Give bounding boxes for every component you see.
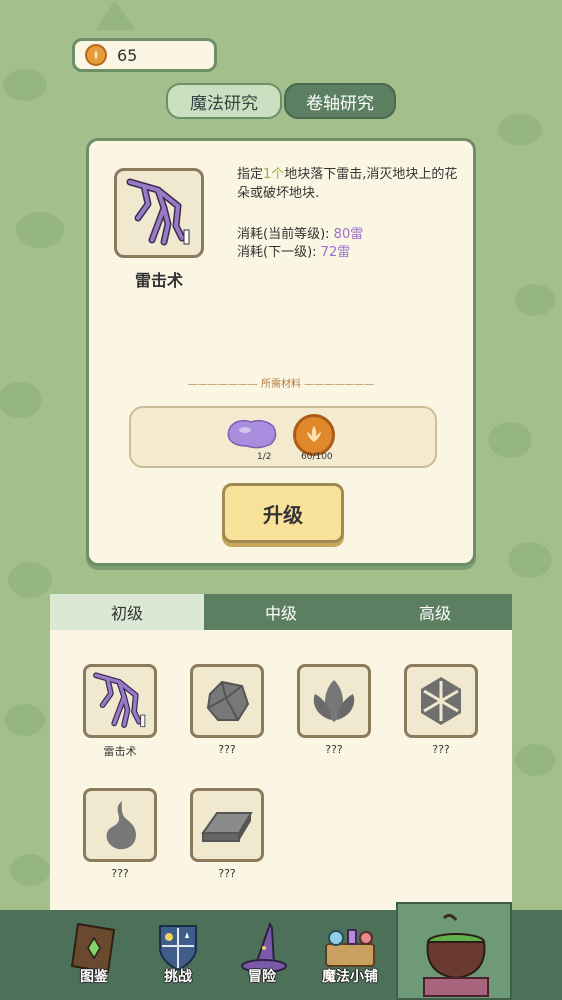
spell-grid: 雷击术 ??? ??? ??? ??? ??? xyxy=(50,630,512,910)
coin-material-icon xyxy=(293,414,335,456)
tab-tier-basic[interactable]: 初级 xyxy=(50,594,204,630)
coin-icon xyxy=(85,44,107,66)
tab-scroll-research[interactable]: 卷轴研究 xyxy=(284,83,396,119)
spell-name: 雷击术 xyxy=(134,271,183,290)
spell-description: 指定1个地块落下雷击,消灭地块上的花朵或破坏地块. xyxy=(237,167,458,201)
rock-icon xyxy=(206,680,250,721)
purple-crystal-icon xyxy=(227,419,277,449)
materials-box: 1/2 60/100 xyxy=(129,406,437,468)
cost-next: 消耗(下一级): 72雷 xyxy=(237,245,351,260)
materials-title: ——————— 所需材料 ——————— xyxy=(187,379,375,390)
spell-slot-lightning[interactable]: 雷击术 xyxy=(83,664,157,759)
material-2-count: 60/100 xyxy=(301,452,333,462)
spell-slot-frame xyxy=(83,664,157,738)
currency-amount: 65 xyxy=(117,45,138,65)
nav-magic-shop[interactable]: 魔法小铺 xyxy=(312,910,388,1000)
nav-label: 图鉴 xyxy=(80,969,108,985)
currency-display: 65 xyxy=(72,38,217,72)
cauldron-icon xyxy=(423,913,489,997)
material-1-count: 1/2 xyxy=(257,452,272,462)
ingot-icon xyxy=(201,812,253,842)
lightning-icon xyxy=(126,178,190,246)
spell-slot-locked[interactable]: ??? xyxy=(83,788,157,880)
spell-slot-label: ??? xyxy=(111,867,129,880)
nav-cauldron[interactable] xyxy=(416,906,492,997)
nav-adventure[interactable]: 冒险 xyxy=(224,910,300,1000)
spell-slot-frame xyxy=(190,788,264,862)
spell-slot-locked[interactable]: ??? xyxy=(404,664,478,756)
spell-detail-panel: 雷击术 指定1个地块落下雷击,消灭地块上的花朵或破坏地块. 消耗(当前等级): … xyxy=(86,138,476,566)
tab-magic-research[interactable]: 魔法研究 xyxy=(166,83,282,119)
spell-slot-frame xyxy=(404,664,478,738)
spell-slot-label: ??? xyxy=(218,743,236,756)
spell-slot-locked[interactable]: ??? xyxy=(190,788,264,880)
spell-slot-frame xyxy=(297,664,371,738)
nav-label: 挑战 xyxy=(164,969,192,985)
tab-tier-advanced[interactable]: 高级 xyxy=(358,594,512,630)
spell-slot-frame xyxy=(190,664,264,738)
snowflake-icon xyxy=(421,677,461,725)
spell-slot-label: 雷击术 xyxy=(103,745,137,758)
lightning-icon xyxy=(93,672,146,728)
tier-tabs: 初级 中级 高级 xyxy=(50,594,512,630)
spell-slot-frame xyxy=(83,788,157,862)
spell-icon-frame xyxy=(114,168,204,258)
spell-slot-locked[interactable]: ??? xyxy=(190,664,264,756)
tab-tier-intermediate[interactable]: 中级 xyxy=(204,594,358,630)
nav-encyclopedia[interactable]: 图鉴 xyxy=(56,910,132,1000)
nav-label: 冒险 xyxy=(248,969,276,985)
flame-icon xyxy=(106,801,137,850)
spell-slot-locked[interactable]: ??? xyxy=(297,664,371,756)
nav-challenge[interactable]: 挑战 xyxy=(140,910,216,1000)
spell-slot-label: ??? xyxy=(325,743,343,756)
spell-slot-label: ??? xyxy=(432,743,450,756)
spell-slot-label: ??? xyxy=(218,867,236,880)
nav-label: 魔法小铺 xyxy=(322,969,378,985)
cost-current: 消耗(当前等级): 80雷 xyxy=(237,227,364,242)
leaf-icon xyxy=(313,680,355,722)
upgrade-button[interactable]: 升级 xyxy=(222,483,344,543)
